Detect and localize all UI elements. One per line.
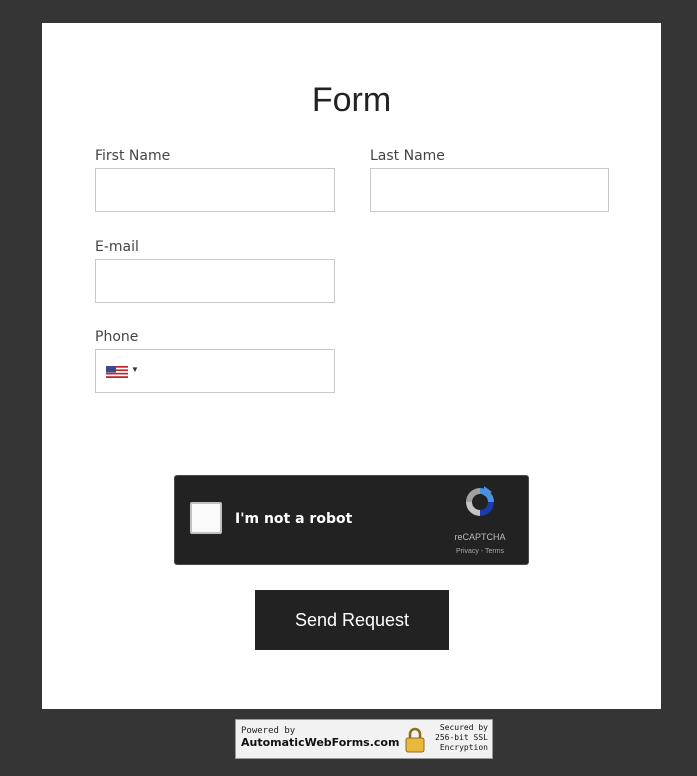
chevron-down-icon[interactable]: ▼ — [131, 365, 139, 374]
recaptcha-checkbox[interactable] — [190, 502, 222, 534]
badge-powered-by: Powered by — [241, 726, 296, 736]
last-name-label: Last Name — [370, 148, 445, 164]
phone-label: Phone — [95, 329, 139, 345]
badge-secured-line2: 256-bit SSL — [435, 733, 488, 742]
powered-by-badge[interactable]: Powered by AutomaticWebForms.com Secured… — [235, 719, 493, 759]
last-name-input[interactable] — [370, 168, 609, 212]
first-name-input[interactable] — [95, 168, 335, 212]
badge-site-name: AutomaticWebForms.com — [241, 736, 400, 749]
badge-secured-line3: Encryption — [439, 743, 488, 752]
email-label: E-mail — [95, 239, 139, 255]
badge-left: Powered by AutomaticWebForms.com — [241, 726, 399, 750]
badge-secured-text: Secured by 256-bit SSL Encryption — [435, 723, 488, 753]
recaptcha-terms-link[interactable]: Terms — [485, 548, 504, 555]
recaptcha-widget: I'm not a robot reCAPTCHA Privacy - Term… — [174, 475, 529, 565]
form-title: Form — [311, 81, 392, 119]
recaptcha-links: Privacy - Terms — [440, 548, 520, 555]
phone-field: ▼ — [95, 349, 335, 393]
badge-secured-line1: Secured by — [439, 723, 488, 732]
us-flag-icon[interactable] — [106, 366, 128, 378]
first-name-label: First Name — [95, 148, 171, 164]
recaptcha-brand: reCAPTCHA — [454, 532, 506, 542]
recaptcha-privacy-link[interactable]: Privacy — [456, 548, 479, 555]
recaptcha-logo-icon — [466, 486, 494, 516]
send-request-button[interactable]: Send Request — [255, 590, 449, 650]
lock-icon — [405, 727, 425, 753]
phone-input[interactable] — [144, 351, 328, 393]
recaptcha-label: I'm not a robot — [235, 511, 353, 527]
email-input[interactable] — [95, 259, 335, 303]
